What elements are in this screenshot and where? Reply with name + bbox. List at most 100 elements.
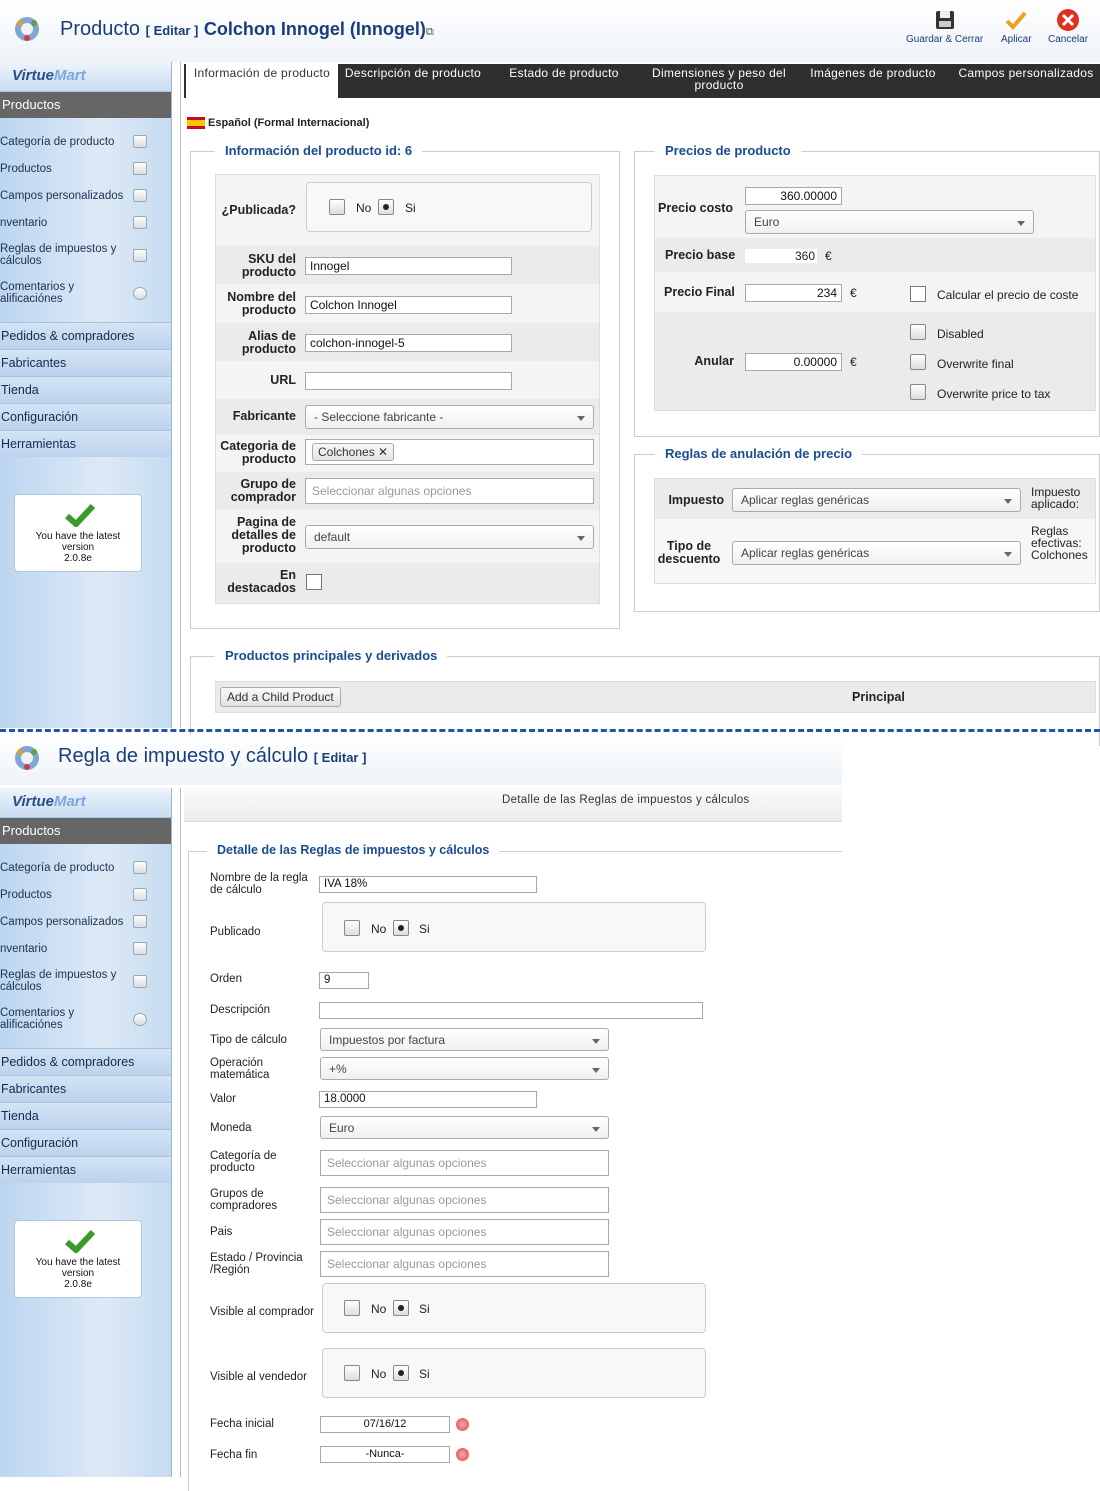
visible-buyer-no-radio[interactable] bbox=[344, 1300, 360, 1316]
sidebar-item-comentarios[interactable]: Comentarios y alificaciónes bbox=[0, 274, 171, 312]
sidebar-item-comentarios[interactable]: Comentarios y alificaciónes bbox=[0, 1000, 171, 1038]
override-input[interactable]: 0.00000 bbox=[745, 353, 842, 371]
tab-description[interactable]: Descripción de producto bbox=[338, 64, 488, 98]
published-label-bottom: Publicado bbox=[210, 926, 261, 938]
groups-multiselect[interactable]: Seleccionar algunas opciones bbox=[320, 1187, 609, 1213]
start-date-input[interactable]: 07/16/12 bbox=[320, 1416, 450, 1433]
published-label: ¿Publicada? bbox=[221, 203, 296, 217]
sidebar-main-herramientas[interactable]: Herramientas bbox=[0, 1156, 171, 1183]
url-input[interactable] bbox=[305, 372, 512, 390]
calculator-icon bbox=[133, 974, 147, 988]
divider bbox=[180, 788, 181, 1477]
base-label: Precio base bbox=[665, 248, 736, 262]
tax-select[interactable]: Aplicar reglas genéricas bbox=[732, 488, 1021, 512]
sidebar-section-productos[interactable]: Productos bbox=[0, 818, 171, 844]
currency-select-bottom[interactable]: Euro bbox=[320, 1116, 609, 1139]
save-close-button[interactable]: Guardar & Cerrar bbox=[906, 8, 983, 45]
visible-buyer-yes-radio[interactable] bbox=[393, 1300, 409, 1316]
overwrite-tax-radio[interactable] bbox=[910, 384, 926, 400]
bottom-edit-label: [ Editar ] bbox=[313, 750, 367, 765]
currency-select[interactable]: Euro bbox=[745, 210, 1034, 234]
cost-input[interactable]: 360.00000 bbox=[745, 187, 842, 205]
add-child-button[interactable]: Add a Child Product bbox=[220, 687, 341, 707]
tab-status[interactable]: Estado de producto bbox=[500, 64, 628, 98]
sidebar-main-fabricantes[interactable]: Fabricantes bbox=[0, 1075, 171, 1102]
sku-input[interactable]: Innogel bbox=[305, 257, 512, 275]
published-no-radio-bottom[interactable] bbox=[344, 920, 360, 936]
sidebar-item-categoria[interactable]: Categoría de producto bbox=[0, 128, 171, 155]
order-input[interactable]: 9 bbox=[319, 972, 369, 989]
sidebar-item-campos[interactable]: Campos personalizados bbox=[0, 182, 171, 209]
sidebar-main-pedidos[interactable]: Pedidos & compradores bbox=[0, 1048, 171, 1075]
virtuemart-logo: VirtueMart bbox=[0, 788, 171, 818]
category-multiselect-bottom[interactable]: Seleccionar algunas opciones bbox=[320, 1150, 609, 1176]
spain-flag-icon bbox=[187, 117, 205, 129]
checkmark-icon bbox=[1005, 11, 1027, 30]
custom-fields-icon bbox=[133, 189, 147, 202]
published-no-radio[interactable] bbox=[329, 199, 345, 215]
published-yes-radio-bottom[interactable] bbox=[393, 920, 409, 936]
discount-label: Tipo de descuento bbox=[657, 539, 721, 566]
manufacturer-label: Fabricante bbox=[232, 409, 296, 423]
featured-checkbox[interactable] bbox=[306, 574, 322, 590]
start-date-reset-icon[interactable] bbox=[456, 1418, 469, 1431]
external-link-icon[interactable]: ⧉ bbox=[426, 26, 434, 38]
published-yes-radio[interactable] bbox=[378, 199, 394, 215]
sidebar-main-herramientas[interactable]: Herramientas bbox=[0, 430, 171, 457]
value-input[interactable]: 18.0000 bbox=[319, 1091, 537, 1108]
group-multiselect[interactable]: Seleccionar algunas opciones bbox=[305, 478, 594, 504]
overwrite-final-label: Overwrite final bbox=[937, 357, 1014, 371]
sidebar-main-pedidos[interactable]: Pedidos & compradores bbox=[0, 322, 171, 349]
details-select[interactable]: default bbox=[305, 525, 594, 549]
sidebar-item-reglas[interactable]: Reglas de impuestos y cálculos bbox=[0, 962, 171, 1000]
sidebar-item-productos[interactable]: Productos bbox=[0, 155, 171, 182]
calc-type-select[interactable]: Impuestos por factura bbox=[320, 1028, 609, 1051]
published-yes-label: Si bbox=[405, 201, 416, 215]
published-no-label: No bbox=[356, 201, 372, 215]
overwrite-final-radio[interactable] bbox=[910, 354, 926, 370]
joomla-logo-icon bbox=[15, 17, 39, 41]
visible-seller-no-radio[interactable] bbox=[344, 1365, 360, 1381]
tax-label: Impuesto bbox=[668, 493, 724, 507]
tab-rule-details[interactable]: Detalle de las Reglas de impuestos y cál… bbox=[502, 794, 749, 806]
final-input[interactable]: 234 bbox=[745, 284, 842, 302]
calc-cost-checkbox[interactable] bbox=[910, 286, 926, 302]
sidebar-item-productos[interactable]: Productos bbox=[0, 881, 171, 908]
category-multiselect[interactable]: Colchones ✕ bbox=[305, 439, 594, 465]
category-tag: Colchones ✕ bbox=[312, 443, 395, 461]
cancel-button[interactable]: Cancelar bbox=[1048, 8, 1088, 45]
sidebar-main-fabricantes[interactable]: Fabricantes bbox=[0, 349, 171, 376]
rule-name-input[interactable]: IVA 18% bbox=[319, 876, 537, 893]
discount-select[interactable]: Aplicar reglas genéricas bbox=[732, 541, 1021, 565]
sidebar-main-configuracion[interactable]: Configuración bbox=[0, 403, 171, 430]
sidebar-main-tienda[interactable]: Tienda bbox=[0, 376, 171, 403]
sidebar-main-configuracion[interactable]: Configuración bbox=[0, 1129, 171, 1156]
sidebar-item-reglas[interactable]: Reglas de impuestos y cálculos bbox=[0, 236, 171, 274]
sidebar-section-productos[interactable]: Productos bbox=[0, 92, 171, 118]
manufacturer-select[interactable]: - Seleccione fabricante - bbox=[305, 405, 594, 429]
cost-label: Precio costo bbox=[658, 201, 734, 215]
math-op-select[interactable]: +% bbox=[320, 1057, 609, 1080]
end-date-reset-icon[interactable] bbox=[456, 1448, 469, 1461]
description-input[interactable] bbox=[319, 1002, 703, 1019]
sidebar-item-categoria[interactable]: Categoría de producto bbox=[0, 854, 171, 881]
name-input[interactable]: Colchon Innogel bbox=[305, 296, 512, 314]
state-multiselect[interactable]: Seleccionar algunas opciones bbox=[320, 1251, 609, 1277]
end-date-input[interactable]: -Nunca- bbox=[320, 1446, 450, 1463]
sidebar-bottom: VirtueMart Productos Categoría de produc… bbox=[0, 788, 172, 1477]
tab-info[interactable]: Información de producto bbox=[186, 64, 338, 98]
visible-seller-yes-radio[interactable] bbox=[393, 1365, 409, 1381]
disabled-radio[interactable] bbox=[910, 324, 926, 340]
country-multiselect[interactable]: Seleccionar algunas opciones bbox=[320, 1219, 609, 1245]
sidebar-item-inventario[interactable]: nventario bbox=[0, 935, 171, 962]
tab-dimensions[interactable]: Dimensiones y peso del producto bbox=[644, 64, 794, 98]
sidebar-item-campos[interactable]: Campos personalizados bbox=[0, 908, 171, 935]
sidebar-main-tienda[interactable]: Tienda bbox=[0, 1102, 171, 1129]
apply-button[interactable]: Aplicar bbox=[1001, 8, 1032, 45]
remove-tag-icon[interactable]: ✕ bbox=[378, 445, 388, 459]
tab-images[interactable]: Imágenes de producto bbox=[804, 64, 942, 98]
tab-custom-fields[interactable]: Campos personalizados bbox=[952, 64, 1100, 98]
sidebar-item-inventario[interactable]: nventario bbox=[0, 209, 171, 236]
alias-input[interactable]: colchon-innogel-5 bbox=[305, 334, 512, 352]
group-label: Grupo de comprador bbox=[230, 477, 296, 504]
